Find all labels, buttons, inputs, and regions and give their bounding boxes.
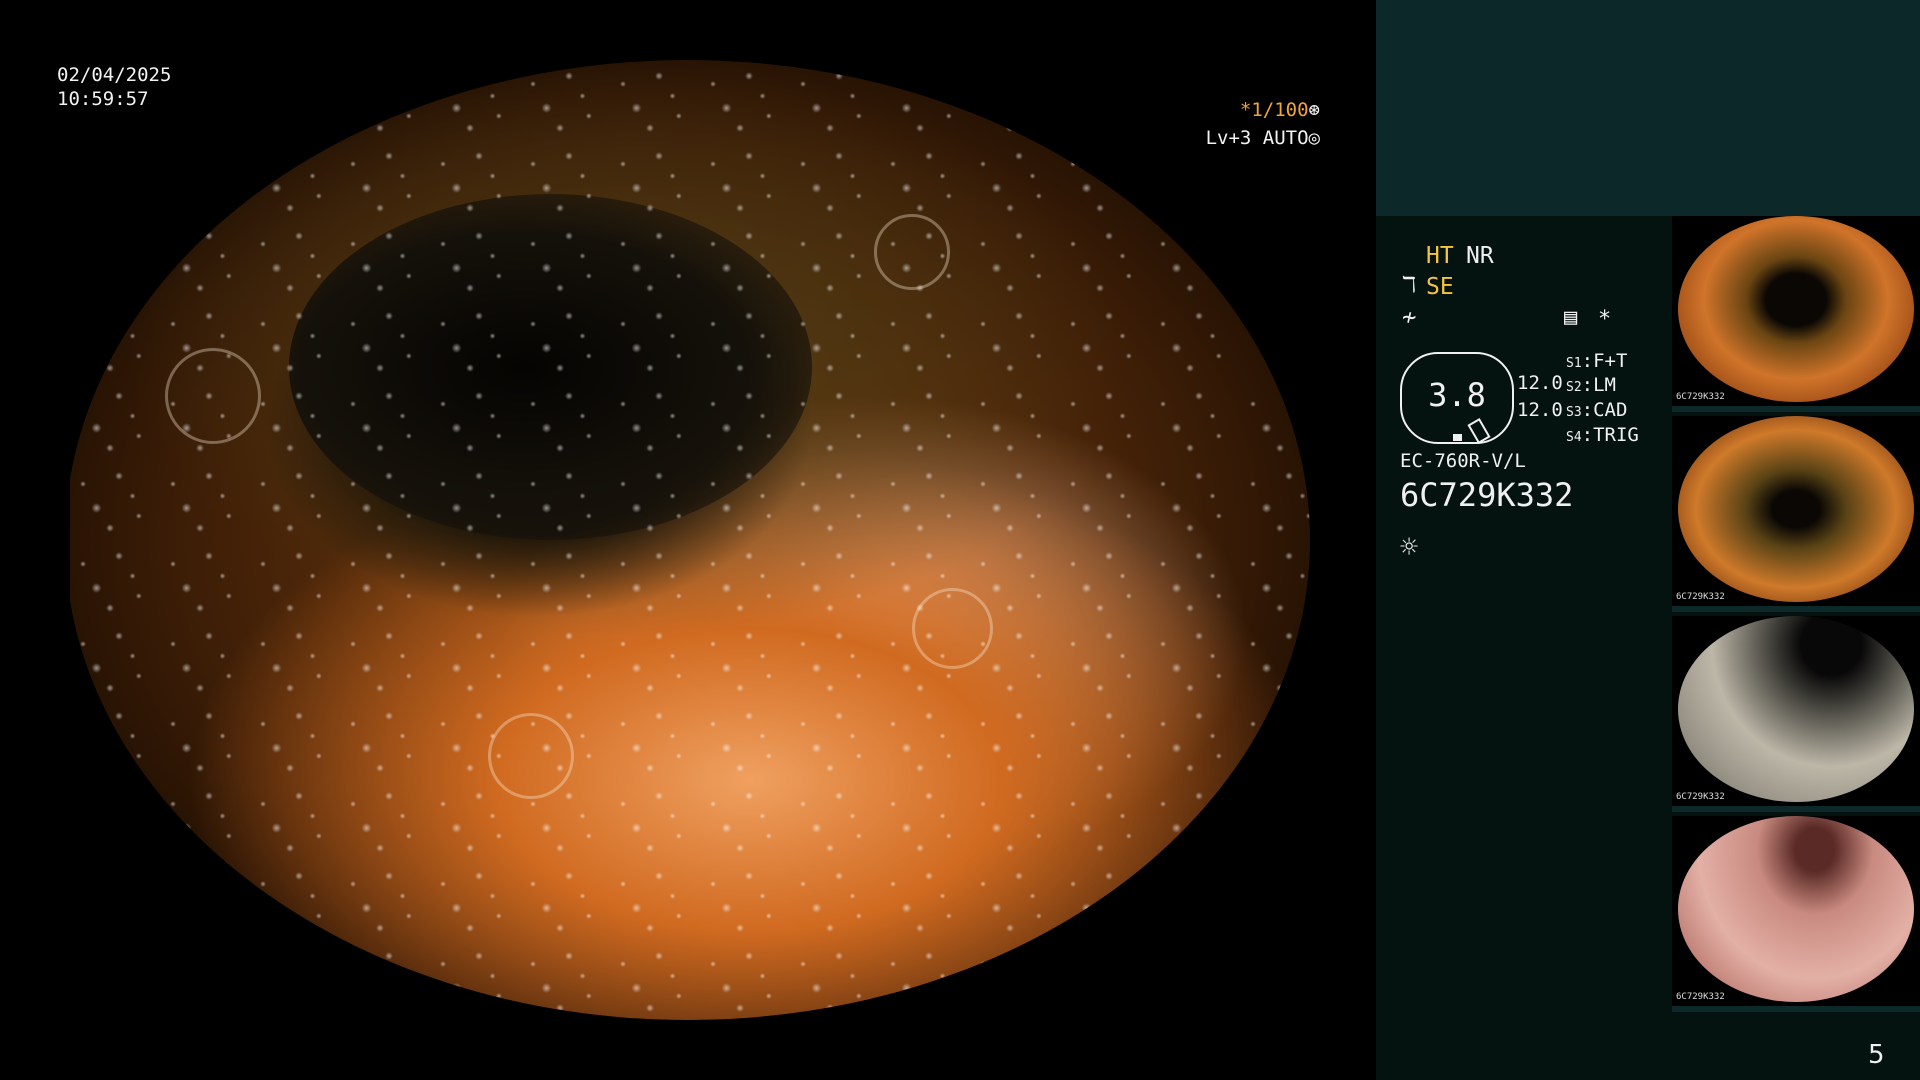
zoom-bar	[1453, 434, 1462, 441]
thumbnail-divider	[1672, 406, 1920, 412]
star-indicator: *	[1598, 307, 1612, 332]
structure-icon: ≁	[1402, 303, 1417, 331]
scope-model: EC-760R-V/L	[1400, 450, 1526, 472]
frame-mask-right	[1310, 0, 1376, 1080]
lens-icon	[1467, 417, 1491, 445]
scope-serial: 6C729K332	[1400, 476, 1574, 514]
endoscope-image	[65, 60, 1310, 1020]
level-value: Lv+3 AUTO	[1205, 127, 1309, 149]
thumbnail-image	[1678, 816, 1914, 1002]
memo-icon: ▤	[1564, 305, 1578, 330]
datetime: 02/04/2025 10:59:57	[57, 63, 171, 111]
bubble-ring	[874, 213, 951, 290]
switch-value: LM	[1593, 374, 1616, 396]
thumbnail-image	[1678, 216, 1914, 402]
switch-key: S1	[1566, 356, 1582, 371]
switch-key: S3	[1566, 405, 1582, 420]
shutter-readout: *1/100⊛	[1200, 98, 1320, 122]
value-2: 12.0	[1517, 399, 1563, 421]
thumbnail-tag: 6C729K332	[1676, 592, 1725, 602]
zoom-indicator: 3.8	[1400, 352, 1514, 445]
thumbnail-divider	[1672, 806, 1920, 812]
thumbnail-tag: 6C729K332	[1676, 392, 1725, 402]
switch-value: F+T	[1593, 350, 1628, 372]
enhancement-icon: ℸ	[1402, 273, 1417, 298]
frame-mask-left	[0, 0, 70, 1080]
shutter-value: *1/100	[1239, 99, 1309, 121]
date: 02/04/2025	[57, 64, 172, 86]
switch-value: TRIG	[1593, 424, 1639, 446]
thumbnail-4[interactable]: 6C729K332	[1672, 816, 1920, 1006]
bubble-texture	[65, 60, 1310, 1020]
thumbnail-image	[1678, 616, 1914, 802]
value-1: 12.0	[1517, 372, 1563, 394]
switch-s1: S1:F+T	[1566, 350, 1628, 372]
level-icon: ◎	[1308, 127, 1320, 149]
bubble-ring	[164, 348, 261, 444]
bubble-ring	[488, 712, 575, 799]
switch-key: S4	[1566, 430, 1582, 445]
thumbnail-image	[1678, 416, 1914, 602]
switch-key: S2	[1566, 380, 1582, 395]
thumbnail-3[interactable]: 6C729K332	[1672, 616, 1920, 806]
switch-s4: S4:TRIG	[1566, 424, 1639, 446]
thumbnail-divider	[1672, 1006, 1920, 1012]
nr-indicator: NR	[1466, 243, 1494, 269]
thumbnail-tag: 6C729K332	[1676, 792, 1725, 802]
thumbnail-tag: 6C729K332	[1676, 992, 1725, 1002]
se-indicator: SE	[1426, 274, 1454, 300]
switch-s2: S2:LM	[1566, 374, 1616, 396]
bubble-ring	[911, 588, 993, 669]
thumbnail-1[interactable]: 6C729K332	[1672, 216, 1920, 406]
main-endoscope-view: 02/04/2025 10:59:57 *1/100⊛ Lv+3 AUTO◎	[0, 0, 1376, 1080]
thumbnail-divider	[1672, 606, 1920, 612]
switch-value: CAD	[1593, 399, 1628, 421]
page-number: 5	[1868, 1040, 1885, 1070]
sun-icon: ☼	[1400, 530, 1419, 565]
thumbnail-2[interactable]: 6C729K332	[1672, 416, 1920, 606]
zoom-value: 3.8	[1428, 376, 1486, 414]
level-readout: Lv+3 AUTO◎	[1190, 126, 1320, 150]
info-header-block	[1376, 0, 1920, 216]
shutter-icon: ⊛	[1308, 99, 1320, 121]
time: 10:59:57	[57, 88, 149, 110]
switch-s3: S3:CAD	[1566, 399, 1628, 421]
ht-indicator: HT	[1426, 243, 1454, 269]
